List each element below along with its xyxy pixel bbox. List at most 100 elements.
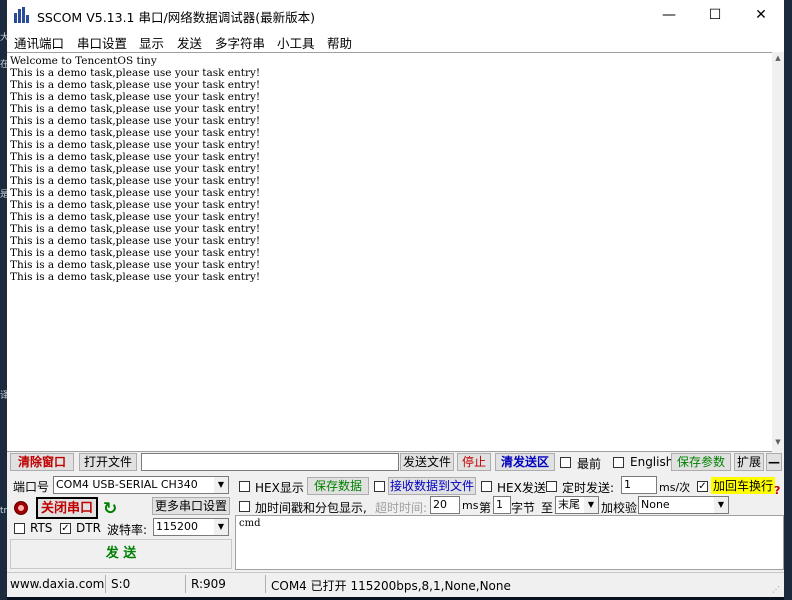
output-scrollbar[interactable]: ▲ ▼ [772, 52, 784, 450]
desktop-background-left: 大在是 译 tr [0, 0, 9, 600]
menu-bar: 通讯端口 串口设置 显示 发送 多字符串 小工具 帮助 [7, 30, 784, 52]
chevron-down-icon: ▼ [214, 477, 228, 493]
refresh-icon[interactable]: ↻ [103, 499, 117, 519]
clear-send-button[interactable]: 清发送区 [495, 453, 555, 471]
timestamp-label: 加时间戳和分包显示, [255, 501, 367, 515]
title-bar: SSCOM V5.13.1 串口/网络数据调试器(最新版本) — ☐ ✕ [7, 0, 784, 30]
send-file-button[interactable]: 发送文件 [400, 453, 454, 471]
terminal-line: This is a demo task,please use your task… [10, 115, 261, 127]
hex-display-checkbox[interactable] [239, 481, 250, 492]
scroll-down-icon[interactable]: ▼ [772, 436, 784, 448]
timeout-unit: ms [462, 499, 479, 512]
terminal-line: This is a demo task,please use your task… [10, 223, 261, 235]
sscom-window: SSCOM V5.13.1 串口/网络数据调试器(最新版本) — ☐ ✕ 通讯端… [7, 0, 784, 597]
timeout-input[interactable]: 20 [430, 496, 460, 514]
baud-label: 波特率: [107, 523, 148, 537]
status-bar: www.daxia.com S:0 R:909 COM4 已打开 115200b… [7, 572, 784, 597]
chevron-down-icon: ▼ [584, 497, 598, 513]
terminal-line: This is a demo task,please use your task… [10, 175, 261, 187]
terminal-line: This is a demo task,please use your task… [10, 187, 261, 199]
window-title: SSCOM V5.13.1 串口/网络数据调试器(最新版本) [37, 10, 315, 25]
timed-send-checkbox[interactable] [546, 481, 557, 492]
english-label: English [630, 455, 674, 469]
menu-comm-port[interactable]: 通讯端口 [14, 33, 64, 52]
recv-to-file-checkbox[interactable] [374, 481, 385, 492]
receive-output-area[interactable]: Welcome to TencentOS tiny This is a demo … [7, 52, 772, 452]
menu-tools[interactable]: 小工具 [277, 33, 315, 52]
status-divider [105, 575, 106, 593]
chevron-down-icon: ▼ [714, 497, 728, 513]
send-text-value: cmd [239, 518, 261, 529]
terminal-line: This is a demo task,please use your task… [10, 79, 261, 91]
timestamp-checkbox[interactable] [239, 501, 250, 512]
terminal-line: This is a demo task,please use your task… [10, 199, 261, 211]
send-button[interactable]: 发 送 [10, 539, 232, 569]
send-text-area[interactable]: cmd [235, 515, 784, 570]
english-checkbox[interactable] [613, 457, 624, 468]
baud-select[interactable]: 115200 ▼ [153, 518, 229, 536]
timeout-label: 超时时间: [375, 501, 428, 515]
terminal-line: This is a demo task,please use your task… [10, 103, 261, 115]
checksum-label: 加校验 [601, 501, 638, 515]
desktop-background-right [784, 0, 792, 600]
port-status-icon [14, 501, 28, 515]
status-received-count: R:909 [191, 577, 226, 591]
crlf-checkbox[interactable]: ✓ [697, 481, 708, 492]
terminal-line: This is a demo task,please use your task… [10, 211, 261, 223]
recv-to-file-button[interactable]: 接收数据到文件 [388, 477, 476, 495]
close-button[interactable]: ✕ [738, 0, 784, 30]
stop-button[interactable]: 停止 [457, 453, 491, 471]
front-most-checkbox[interactable] [560, 457, 571, 468]
open-file-button[interactable]: 打开文件 [79, 453, 137, 471]
minimize-button[interactable]: — [646, 0, 692, 30]
status-sent-count: S:0 [111, 577, 131, 591]
status-website[interactable]: www.daxia.com [10, 577, 104, 591]
checksum-select[interactable]: None ▼ [638, 496, 729, 514]
byte-end-select[interactable]: 末尾 ▼ [555, 496, 599, 514]
byte-start-input[interactable]: 1 [493, 496, 511, 514]
file-path-input[interactable] [141, 453, 399, 471]
status-port-state: COM4 已打开 115200bps,8,1,None,None [271, 579, 511, 593]
rts-checkbox[interactable] [14, 523, 25, 534]
status-divider [265, 575, 266, 593]
close-port-button[interactable]: 关闭串口 [36, 497, 98, 519]
byte-prefix-label: 第 [479, 501, 492, 515]
menu-multi-string[interactable]: 多字符串 [215, 33, 265, 52]
rts-label: RTS [30, 521, 53, 535]
terminal-line: This is a demo task,please use your task… [10, 259, 261, 271]
terminal-line: This is a demo task,please use your task… [10, 247, 261, 259]
menu-send[interactable]: 发送 [177, 33, 202, 52]
terminal-line: This is a demo task,please use your task… [10, 271, 261, 283]
app-icon [13, 7, 31, 23]
checksum-select-value: None [641, 498, 670, 511]
save-params-button[interactable]: 保存参数 [671, 453, 731, 471]
timed-send-label: 定时发送: [562, 481, 615, 495]
to-label: 至 [541, 501, 554, 515]
terminal-lines: Welcome to TencentOS tiny This is a demo … [10, 55, 260, 283]
help-icon[interactable]: ? [774, 484, 780, 497]
save-data-button[interactable]: 保存数据 [307, 477, 369, 495]
terminal-line: This is a demo task,please use your task… [10, 163, 261, 175]
resize-grip-icon[interactable]: ⋰ [772, 585, 782, 595]
menu-help[interactable]: 帮助 [327, 33, 352, 52]
status-divider [185, 575, 186, 593]
port-select[interactable]: COM4 USB-SERIAL CH340 ▼ [53, 476, 229, 494]
terminal-line: This is a demo task,please use your task… [10, 67, 261, 79]
expand-button[interactable]: 扩展 [734, 453, 764, 471]
interval-unit: ms/次 [659, 481, 691, 494]
hex-send-checkbox[interactable] [481, 481, 492, 492]
menu-display[interactable]: 显示 [139, 33, 164, 52]
scroll-up-icon[interactable]: ▲ [772, 52, 784, 64]
terminal-line: This is a demo task,please use your task… [10, 139, 261, 151]
maximize-button[interactable]: ☐ [692, 0, 738, 30]
clear-window-button[interactable]: 清除窗口 [10, 453, 74, 471]
more-serial-settings-button[interactable]: 更多串口设置 [152, 497, 230, 515]
collapse-button[interactable]: — [766, 453, 782, 471]
dtr-label: DTR [76, 521, 101, 535]
hex-display-label: HEX显示 [255, 481, 304, 495]
dtr-checkbox[interactable]: ✓ [60, 523, 71, 534]
interval-input[interactable]: 1 [621, 476, 657, 494]
menu-serial-settings[interactable]: 串口设置 [77, 33, 127, 52]
crlf-label: 加回车换行 [711, 477, 776, 494]
terminal-line: This is a demo task,please use your task… [10, 91, 261, 103]
